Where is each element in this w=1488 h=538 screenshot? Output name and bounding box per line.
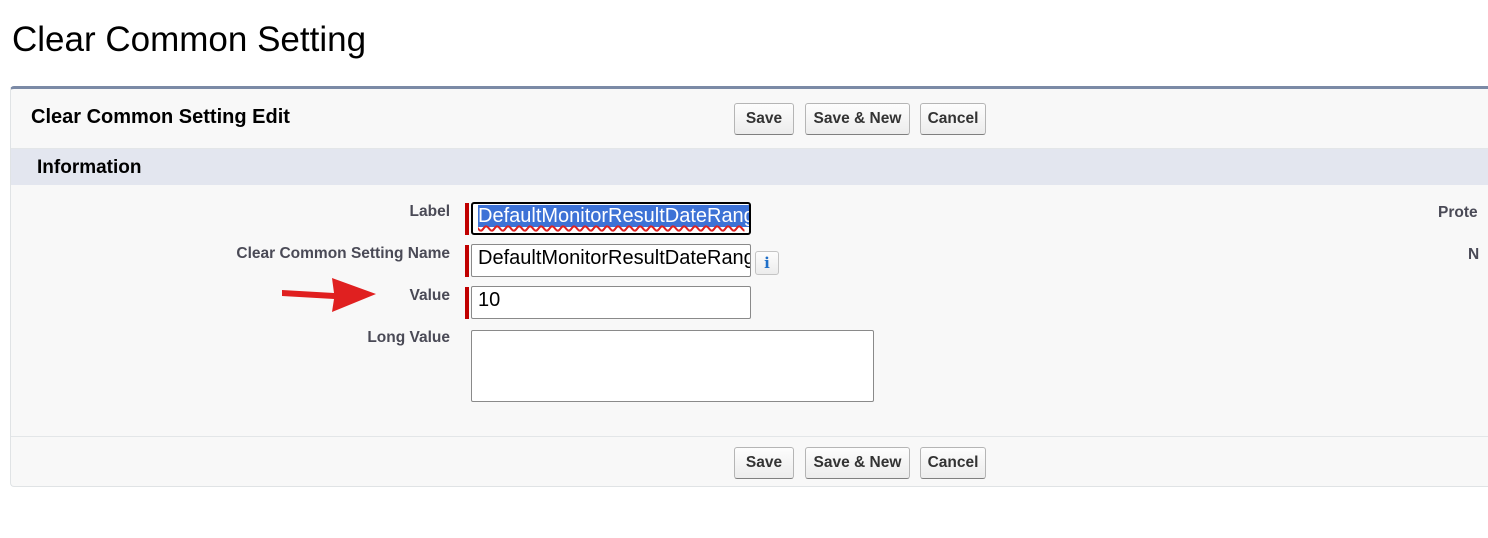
edit-panel: Clear Common Setting Edit Save Save & Ne…	[10, 86, 1488, 487]
red-arrow-icon	[282, 278, 376, 312]
long-value-field-label: Long Value	[367, 329, 450, 346]
value-input[interactable]: 10	[471, 286, 751, 319]
required-indicator	[465, 287, 469, 319]
save-new-button-bottom[interactable]: Save & New	[805, 447, 910, 479]
cancel-button-top[interactable]: Cancel	[920, 103, 986, 135]
label-field-label: Label	[409, 203, 450, 220]
value-field-label: Value	[409, 287, 451, 304]
required-indicator	[465, 245, 469, 277]
save-button-bottom[interactable]: Save	[734, 447, 794, 479]
page-title: Clear Common Setting	[12, 20, 367, 59]
name-field-label: Clear Common Setting Name	[236, 245, 450, 262]
save-new-button-top[interactable]: Save & New	[805, 103, 910, 135]
name-input[interactable]: DefaultMonitorResultDateRange	[471, 244, 751, 277]
edit-panel-title: Clear Common Setting Edit	[31, 106, 290, 128]
required-indicator	[465, 203, 469, 235]
right-column-label-namespace: N	[1468, 246, 1480, 263]
label-input-value: DefaultMonitorResultDateRange	[478, 205, 749, 227]
label-input[interactable]: DefaultMonitorResultDateRange	[471, 202, 751, 235]
right-column-label-protected: Prote	[1438, 204, 1478, 221]
save-button-top[interactable]: Save	[734, 103, 794, 135]
footer-divider	[11, 436, 1488, 437]
cancel-button-bottom[interactable]: Cancel	[920, 447, 986, 479]
section-title: Information	[37, 157, 142, 178]
info-icon[interactable]: i	[755, 251, 779, 275]
long-value-textarea[interactable]	[471, 330, 874, 402]
section-header-information: Information	[11, 149, 1488, 185]
